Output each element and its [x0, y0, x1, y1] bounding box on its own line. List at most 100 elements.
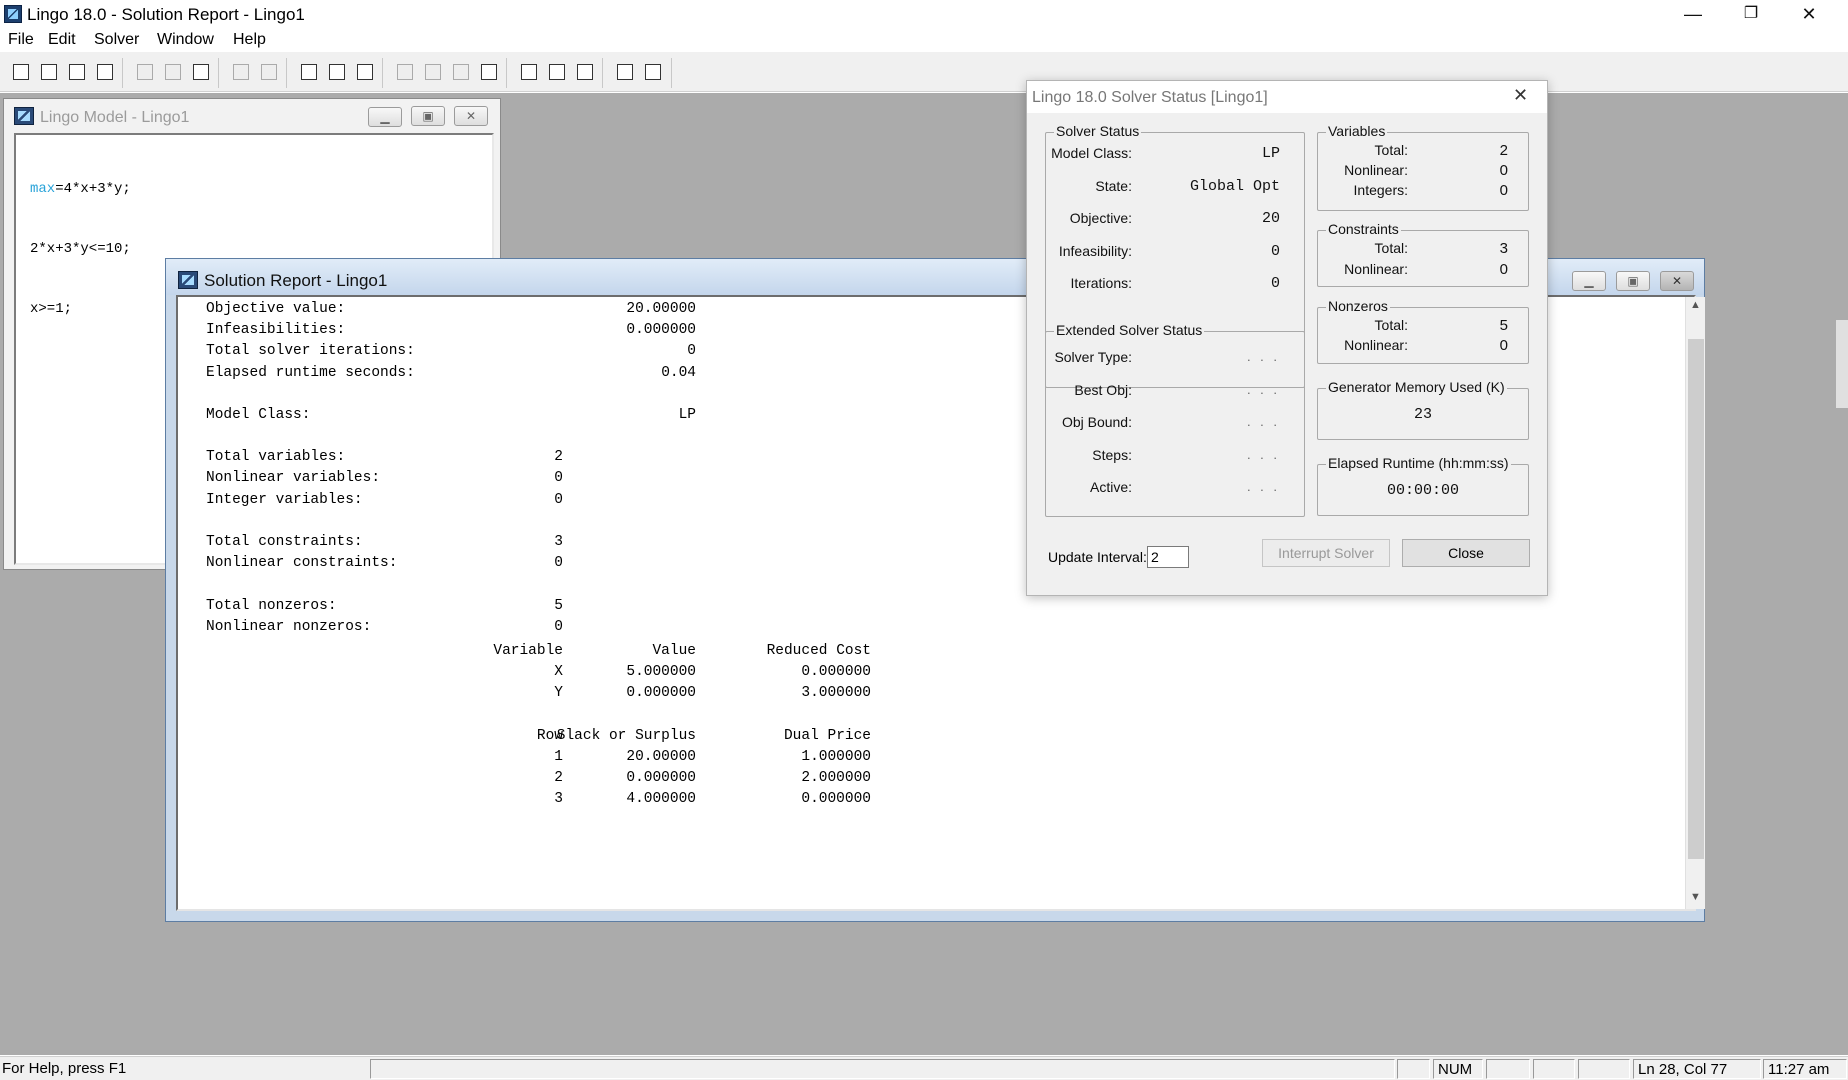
- solve-icon: [397, 64, 413, 80]
- new-icon: [13, 64, 29, 80]
- status-field-value: 20: [1261, 210, 1280, 227]
- status-field-value: 0: [1499, 337, 1508, 354]
- report-text: LP: [678, 406, 696, 423]
- undo-icon[interactable]: [229, 60, 253, 84]
- report-text: Reduced Cost: [766, 643, 871, 659]
- minimize-button[interactable]: —: [1664, 0, 1722, 30]
- copy-icon[interactable]: [161, 60, 185, 84]
- report-text: 0.000000: [626, 685, 696, 702]
- update-interval-label: Update Interval:: [1048, 549, 1147, 565]
- new-icon[interactable]: [9, 60, 33, 84]
- status-field-value: 3: [1499, 240, 1508, 257]
- menu-help[interactable]: Help: [233, 31, 266, 49]
- status-field-value: 5: [1499, 317, 1508, 334]
- status-pane-blank: [1397, 1059, 1430, 1079]
- group-label: Variables: [1326, 123, 1388, 139]
- cascade-icon: [549, 64, 565, 80]
- clock: 11:27 am: [1763, 1059, 1847, 1079]
- report-text: Elapsed runtime seconds:: [206, 364, 415, 381]
- toolbar-separator: [122, 58, 123, 88]
- report-text: 0.000000: [626, 322, 696, 339]
- report-text: Objective value:: [206, 301, 346, 317]
- open-icon[interactable]: [37, 60, 61, 84]
- code-line: 2*x+3*y<=10;: [30, 241, 131, 257]
- menu-edit[interactable]: Edit: [48, 31, 76, 49]
- print-icon[interactable]: [93, 60, 117, 84]
- compile-icon: [453, 64, 469, 80]
- save-icon: [69, 64, 85, 80]
- find-icon[interactable]: [297, 60, 321, 84]
- dialog-titlebar[interactable]: Lingo 18.0 Solver Status [Lingo1] ✕: [1027, 81, 1547, 113]
- cut-icon: [137, 64, 153, 80]
- tile-icon[interactable]: [517, 60, 541, 84]
- help-icon[interactable]: [613, 60, 637, 84]
- update-interval-input[interactable]: 2: [1147, 546, 1189, 568]
- restore-button[interactable]: ❐: [1722, 0, 1780, 30]
- model-window-titlebar[interactable]: Lingo Model - Lingo1 ▁ ▣ ✕: [4, 99, 500, 131]
- interrupt-icon: [425, 64, 441, 80]
- layout-icon[interactable]: [573, 60, 597, 84]
- cascade-icon[interactable]: [545, 60, 569, 84]
- solution-window-title: Solution Report - Lingo1: [204, 271, 388, 290]
- report-text: Nonlinear constraints:: [206, 555, 398, 572]
- report-text: 1.000000: [801, 749, 871, 765]
- extended-status-group: Extended Solver Status Solver Type:. . .…: [1045, 322, 1305, 517]
- model-minimize-button[interactable]: ▁: [368, 107, 402, 127]
- compile-icon[interactable]: [449, 60, 473, 84]
- group-label: Nonzeros: [1326, 298, 1390, 314]
- find-next-icon: [329, 64, 345, 80]
- status-pane-blank: [1578, 1059, 1630, 1079]
- dialog-close-icon[interactable]: ✕: [1513, 85, 1528, 106]
- report-text: 0.04: [661, 364, 696, 381]
- interrupt-solver-button[interactable]: Interrupt Solver: [1262, 539, 1390, 567]
- toolbar-separator: [602, 58, 603, 88]
- report-text: Total nonzeros:: [206, 597, 337, 614]
- cursor-position: Ln 28, Col 77: [1633, 1059, 1761, 1079]
- report-text: 3: [554, 534, 563, 550]
- status-field-value: 0: [1270, 242, 1280, 260]
- report-text: 4.000000: [626, 791, 696, 808]
- menu-solver[interactable]: Solver: [94, 31, 139, 49]
- solution-minimize-button[interactable]: ▁: [1572, 271, 1606, 291]
- close-button[interactable]: ✕: [1780, 0, 1838, 30]
- report-vertical-scrollbar[interactable]: ▲ ▼: [1685, 297, 1705, 909]
- close-all-icon[interactable]: [477, 60, 501, 84]
- solution-maximize-button[interactable]: ▣: [1616, 271, 1650, 291]
- model-maximize-button[interactable]: ▣: [411, 106, 445, 126]
- find-next-icon[interactable]: [325, 60, 349, 84]
- solve-icon[interactable]: [393, 60, 417, 84]
- model-close-button[interactable]: ✕: [454, 106, 488, 126]
- report-text: 5.000000: [626, 664, 696, 681]
- scrollbar-thumb[interactable]: [1688, 339, 1704, 859]
- report-text: Nonlinear variables:: [206, 470, 381, 487]
- toolbar-separator: [218, 58, 219, 88]
- runtime-value: 00:00:00: [1386, 482, 1459, 499]
- solution-close-button[interactable]: ✕: [1660, 271, 1694, 291]
- context-help-icon[interactable]: [641, 60, 665, 84]
- report-text: 1: [554, 749, 563, 765]
- goto-icon[interactable]: [353, 60, 377, 84]
- num-lock-indicator: NUM: [1433, 1059, 1483, 1079]
- menu-file[interactable]: File: [8, 31, 34, 49]
- help-hint: For Help, press F1: [2, 1060, 127, 1077]
- dialog-close-button[interactable]: Close: [1402, 539, 1530, 567]
- report-text: 0: [687, 343, 696, 360]
- solver-status-dialog: Lingo 18.0 Solver Status [Lingo1] ✕ Solv…: [1026, 80, 1548, 596]
- menu-window[interactable]: Window: [157, 31, 214, 49]
- status-field-value: 0: [1499, 182, 1508, 199]
- paste-icon[interactable]: [189, 60, 213, 84]
- status-field-value: . . .: [1246, 446, 1280, 462]
- report-text: X: [554, 664, 563, 681]
- scroll-up-icon[interactable]: ▲: [1690, 299, 1701, 311]
- report-text: 0: [554, 470, 563, 487]
- menu-bar: [0, 30, 1848, 52]
- copy-icon: [165, 64, 181, 80]
- workspace-scrollbar[interactable]: [1836, 320, 1848, 408]
- report-text: 2: [554, 449, 563, 466]
- redo-icon[interactable]: [257, 60, 281, 84]
- status-pane-blank: [370, 1059, 1395, 1079]
- scroll-down-icon[interactable]: ▼: [1690, 891, 1701, 903]
- cut-icon[interactable]: [133, 60, 157, 84]
- interrupt-icon[interactable]: [421, 60, 445, 84]
- save-icon[interactable]: [65, 60, 89, 84]
